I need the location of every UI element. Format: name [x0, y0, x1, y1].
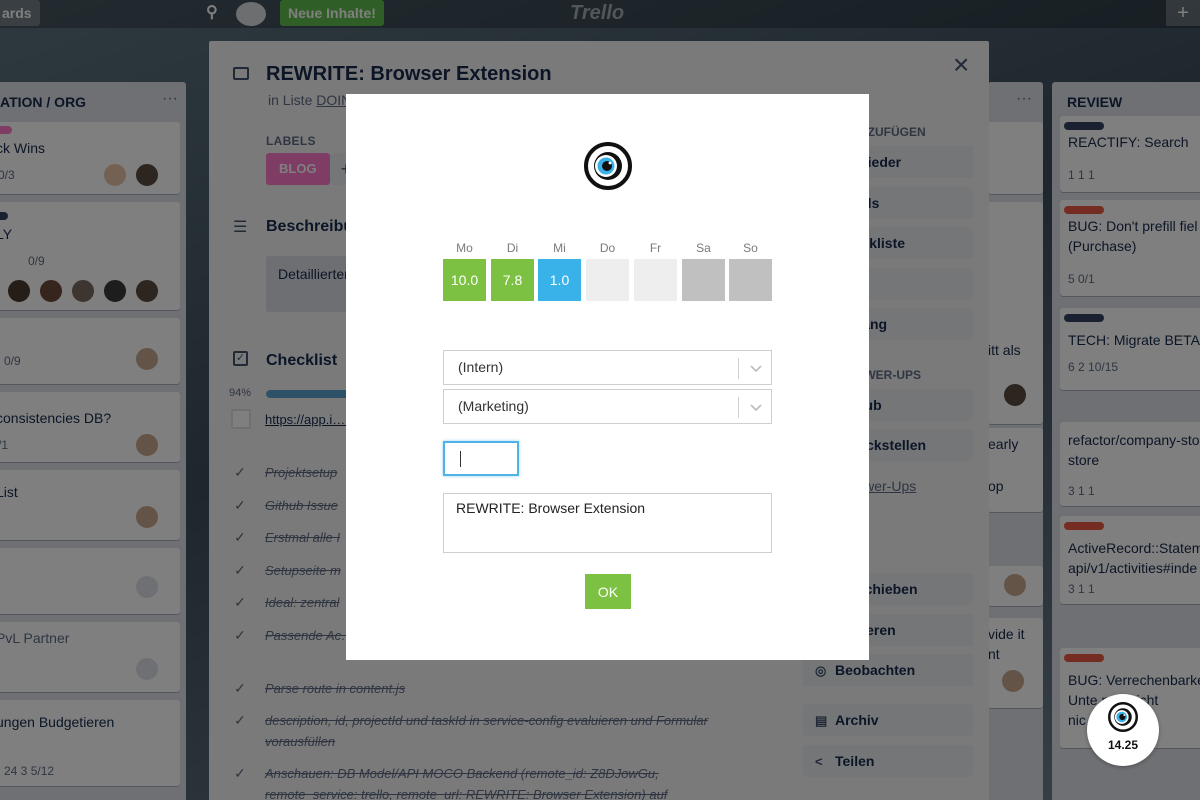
day-label: Sa [696, 241, 711, 255]
chevron-down-icon[interactable] [748, 399, 764, 415]
project-select-value: (Intern) [458, 359, 504, 375]
select-separator [738, 397, 739, 418]
day-hours-cell[interactable]: 7.8 [491, 259, 534, 301]
day-hours-cell[interactable]: 10.0 [443, 259, 486, 301]
task-select-value: (Marketing) [458, 398, 529, 414]
hours-input[interactable] [443, 441, 519, 476]
day-label: So [743, 241, 758, 255]
day-label: Fr [649, 241, 662, 255]
project-select[interactable]: (Intern) [443, 350, 772, 385]
ok-button[interactable]: OK [585, 574, 631, 609]
moco-eye-icon [1108, 702, 1138, 732]
moco-floating-badge[interactable]: 14.25 [1087, 694, 1159, 766]
day-label: Mi [553, 241, 566, 255]
description-textarea[interactable]: REWRITE: Browser Extension [443, 493, 772, 553]
day-hours-cell[interactable] [729, 259, 772, 301]
day-hours-cell[interactable] [682, 259, 725, 301]
hours-total: 14.25 [1107, 738, 1139, 752]
day-label: Di [506, 241, 519, 255]
chevron-down-icon[interactable] [748, 360, 764, 376]
day-hours-cell[interactable]: 1.0 [538, 259, 581, 301]
time-tracking-modal: Mo 10.0 Di 7.8 Mi 1.0 Do Fr Sa So (Intern) (Marke… [346, 94, 869, 660]
day-label: Do [599, 241, 616, 255]
task-select[interactable]: (Marketing) [443, 389, 772, 424]
day-label: Mo [456, 241, 473, 255]
select-separator [738, 358, 739, 379]
day-hours-cell[interactable] [634, 259, 677, 301]
day-hours-cell[interactable] [586, 259, 629, 301]
moco-eye-icon [584, 142, 632, 190]
text-caret [460, 451, 461, 467]
